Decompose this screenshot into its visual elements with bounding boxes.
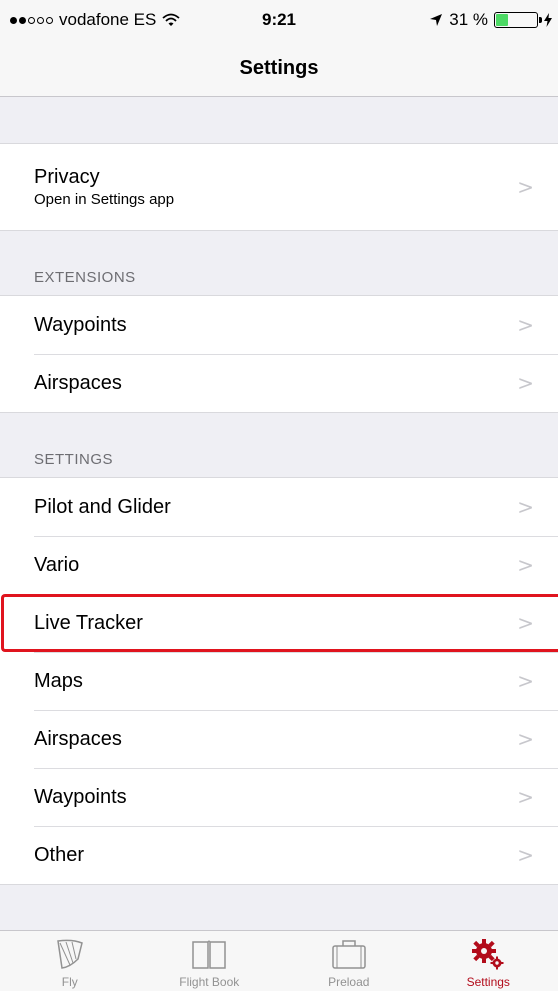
row-label: Waypoints <box>34 313 127 336</box>
chevron-right-icon: > <box>517 611 534 635</box>
tab-label: Preload <box>328 975 370 989</box>
privacy-label: Privacy <box>34 166 100 188</box>
tab-flight-book[interactable]: Flight Book <box>149 931 269 989</box>
row-label: Other <box>34 843 85 866</box>
row-label: Airspaces <box>34 727 122 750</box>
privacy-row[interactable]: Privacy Open in Settings app > <box>0 144 558 230</box>
privacy-subtitle: Open in Settings app <box>34 191 175 208</box>
settings-item-maps[interactable]: Maps > <box>0 652 558 710</box>
chevron-right-icon: > <box>517 175 534 199</box>
settings-item-other[interactable]: Other > <box>0 826 558 884</box>
page-title: Settings <box>239 56 319 79</box>
settings-item-waypoints[interactable]: Waypoints > <box>0 768 558 826</box>
chevron-right-icon: > <box>517 371 534 395</box>
location-arrow-icon <box>430 14 443 26</box>
briefcase-icon <box>332 940 366 969</box>
wifi-icon <box>162 13 180 26</box>
chevron-right-icon: > <box>517 669 534 693</box>
tab-settings[interactable]: Settings <box>428 931 548 989</box>
book-icon <box>192 940 226 969</box>
row-label: Pilot and Glider <box>34 495 171 518</box>
glider-icon <box>56 939 83 969</box>
chevron-right-icon: > <box>517 727 534 751</box>
signal-strength-icon <box>10 16 53 24</box>
privacy-text: Privacy Open in Settings app <box>34 166 174 208</box>
chevron-right-icon: > <box>517 495 534 519</box>
tab-fly[interactable]: Fly <box>10 931 130 989</box>
row-label: Waypoints <box>34 785 127 808</box>
status-bar: vodafone ES 9:21 31 % <box>0 0 558 40</box>
extensions-group: Waypoints > Airspaces > <box>0 295 558 413</box>
settings-item-airspaces[interactable]: Airspaces > <box>0 710 558 768</box>
chevron-right-icon: > <box>517 313 534 337</box>
navigation-bar: Settings <box>0 40 558 97</box>
charging-bolt-icon <box>544 13 552 27</box>
settings-group: Pilot and Glider > Vario > Live Tracker … <box>0 477 558 885</box>
carrier-name: vodafone ES <box>59 10 157 29</box>
battery-icon <box>494 12 542 28</box>
privacy-group: Privacy Open in Settings app > <box>0 143 558 231</box>
section-header-extensions: EXTENSIONS <box>34 269 136 286</box>
gears-icon <box>472 939 504 970</box>
row-label: Live Tracker <box>34 611 143 634</box>
settings-list: Privacy Open in Settings app > EXTENSION… <box>0 97 558 885</box>
status-left: vodafone ES <box>0 10 180 30</box>
tab-label: Flight Book <box>179 975 240 989</box>
extensions-item-airspaces[interactable]: Airspaces > <box>0 354 558 412</box>
row-label: Maps <box>34 669 83 692</box>
extensions-item-waypoints[interactable]: Waypoints > <box>0 296 558 354</box>
tab-preload[interactable]: Preload <box>289 931 409 989</box>
battery-level-fill <box>496 14 509 26</box>
row-label: Airspaces <box>34 371 122 394</box>
chevron-right-icon: > <box>517 785 534 809</box>
section-header-settings: SETTINGS <box>34 451 114 468</box>
battery-percentage: 31 % <box>449 10 488 29</box>
tab-label: Settings <box>466 975 510 989</box>
settings-item-vario[interactable]: Vario > <box>0 536 558 594</box>
chevron-right-icon: > <box>517 843 534 867</box>
row-label: Vario <box>34 553 80 576</box>
chevron-right-icon: > <box>517 553 534 577</box>
tab-label: Fly <box>61 975 78 989</box>
status-right: 31 % <box>429 10 558 30</box>
top-spacer <box>0 97 558 143</box>
settings-item-live-tracker[interactable]: Live Tracker > <box>0 594 558 652</box>
tab-bar: Fly Flight Book Preload Settings <box>0 930 558 991</box>
settings-item-pilot-and-glider[interactable]: Pilot and Glider > <box>0 478 558 536</box>
